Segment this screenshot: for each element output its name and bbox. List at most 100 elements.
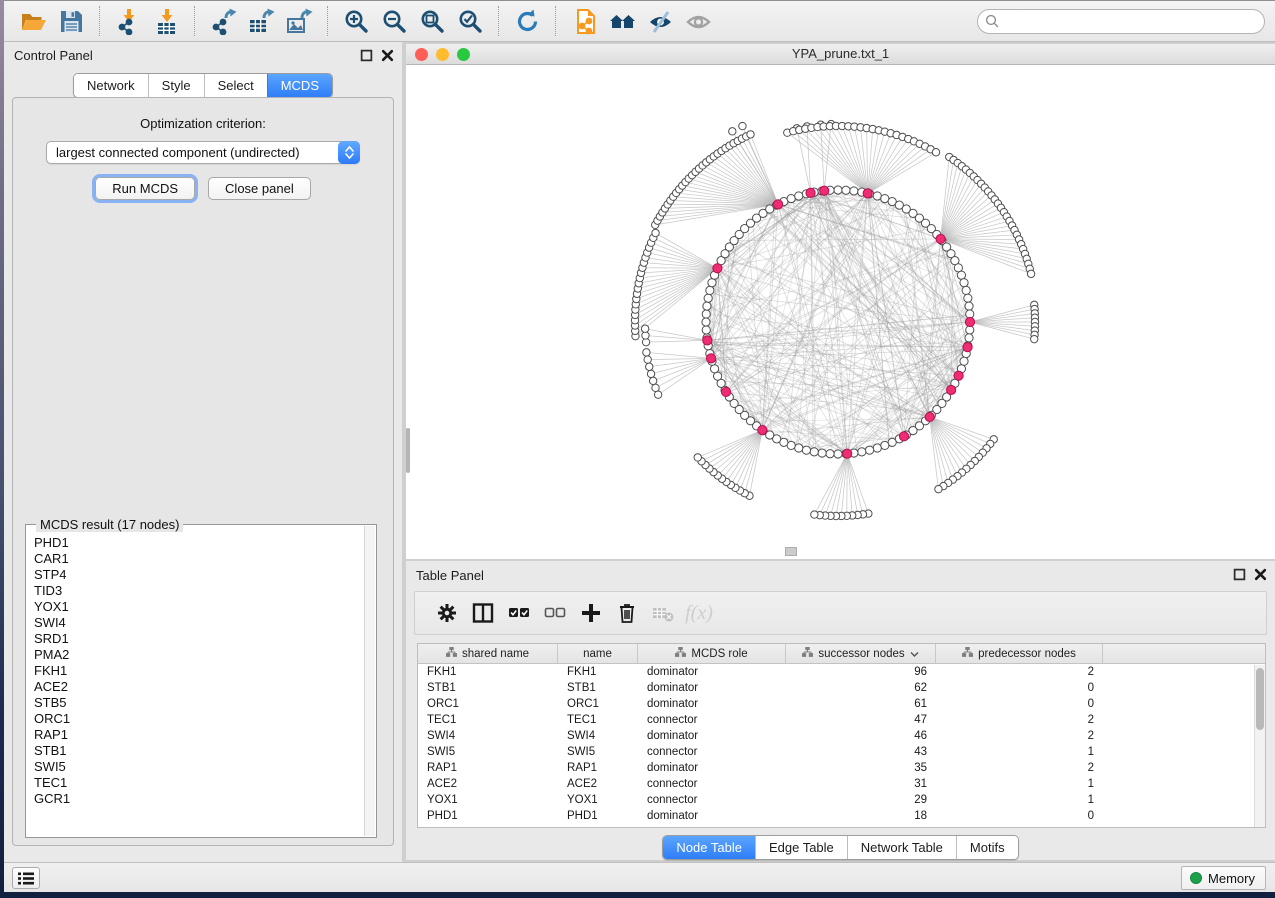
network-node[interactable]	[935, 485, 942, 492]
tab-mcds[interactable]: MCDS	[267, 74, 332, 97]
network-node[interactable]	[802, 446, 810, 454]
window-close-icon[interactable]	[415, 48, 428, 61]
table-row[interactable]: YOX1YOX1connector291	[418, 792, 1265, 808]
network-mcds-node[interactable]	[965, 317, 974, 326]
mcds-result-item[interactable]: SRD1	[34, 631, 362, 647]
split-columns-icon[interactable]	[465, 596, 501, 630]
network-node[interactable]	[1031, 335, 1038, 342]
network-node[interactable]	[702, 326, 710, 334]
network-mcds-node[interactable]	[806, 188, 815, 197]
network-node[interactable]	[795, 192, 803, 200]
close-table-panel-icon[interactable]	[1254, 568, 1267, 581]
network-node[interactable]	[960, 279, 968, 287]
mcds-result-item[interactable]: RAP1	[34, 727, 362, 743]
import-table-icon[interactable]	[149, 5, 183, 37]
network-node[interactable]	[858, 448, 866, 456]
table-row[interactable]: TEC1TEC1connector472	[418, 712, 1265, 728]
network-mcds-node[interactable]	[947, 385, 956, 394]
run-mcds-button[interactable]: Run MCDS	[95, 177, 195, 200]
float-table-panel-icon[interactable]	[1233, 568, 1246, 581]
network-node[interactable]	[654, 391, 661, 398]
table-row[interactable]: ORC1ORC1dominator610	[418, 696, 1265, 712]
network-node[interactable]	[811, 511, 818, 518]
network-node[interactable]	[646, 363, 653, 370]
network-node[interactable]	[966, 310, 974, 318]
network-node[interactable]	[873, 444, 881, 452]
deselect-all-rows-icon[interactable]	[537, 596, 573, 630]
tab-motifs[interactable]: Motifs	[956, 836, 1018, 859]
panel-divider-handle[interactable]	[406, 428, 410, 473]
column-header-predecessor-nodes[interactable]: predecessor nodes	[936, 644, 1103, 663]
network-window-titlebar[interactable]: YPA_prune.txt_1	[406, 44, 1275, 65]
network-node[interactable]	[850, 187, 858, 195]
mcds-result-item[interactable]: SWI4	[34, 615, 362, 631]
mcds-result-list[interactable]: PHD1CAR1STP4TID3YOX1SWI4SRD1PMA2FKH1ACE2…	[34, 535, 362, 833]
zoom-in-icon[interactable]	[339, 5, 373, 37]
zoom-selected-icon[interactable]	[453, 5, 487, 37]
tab-network[interactable]: Network	[74, 74, 148, 97]
network-node[interactable]	[708, 279, 716, 287]
table-row[interactable]: RAP1RAP1dominator352	[418, 760, 1265, 776]
network-graph[interactable]	[406, 65, 1275, 558]
column-header-successor-nodes[interactable]: successor nodes	[786, 644, 936, 663]
network-node[interactable]	[957, 271, 965, 279]
network-mcds-node[interactable]	[963, 343, 972, 352]
tab-network-table[interactable]: Network Table	[847, 836, 956, 859]
network-node[interactable]	[1027, 270, 1034, 277]
export-image-icon[interactable]	[282, 5, 316, 37]
import-network-icon[interactable]	[111, 5, 145, 37]
network-node[interactable]	[647, 370, 654, 377]
network-mcds-node[interactable]	[925, 412, 934, 421]
first-neighbors-icon[interactable]	[605, 5, 639, 37]
network-mcds-node[interactable]	[954, 371, 963, 380]
network-node[interactable]	[834, 450, 842, 458]
task-history-button[interactable]	[12, 867, 40, 889]
mcds-result-item[interactable]: GCR1	[34, 791, 362, 807]
network-node[interactable]	[932, 149, 939, 156]
table-row[interactable]: ACE2ACE2connector311	[418, 776, 1265, 792]
network-node[interactable]	[810, 448, 818, 456]
zoom-fit-icon[interactable]	[415, 5, 449, 37]
delete-column-icon[interactable]	[609, 596, 645, 630]
network-mcds-node[interactable]	[721, 387, 730, 396]
network-node[interactable]	[643, 349, 650, 356]
network-node[interactable]	[702, 318, 710, 326]
mcds-result-scrollbar[interactable]	[364, 526, 375, 836]
zoom-out-icon[interactable]	[377, 5, 411, 37]
network-mcds-node[interactable]	[773, 200, 782, 209]
network-mcds-node[interactable]	[703, 336, 712, 345]
mcds-result-item[interactable]: SWI5	[34, 759, 362, 775]
network-node[interactable]	[826, 450, 834, 458]
network-node[interactable]	[747, 131, 754, 138]
network-node[interactable]	[644, 356, 651, 363]
network-node[interactable]	[739, 122, 746, 129]
mcds-result-item[interactable]: STP4	[34, 567, 362, 583]
network-node[interactable]	[694, 454, 701, 461]
network-node[interactable]	[834, 186, 842, 194]
close-panel-icon[interactable]	[381, 49, 394, 62]
network-node[interactable]	[818, 449, 826, 457]
network-node[interactable]	[965, 334, 973, 342]
network-node[interactable]	[706, 286, 714, 294]
save-session-icon[interactable]	[54, 5, 88, 37]
table-row[interactable]: SWI4SWI4dominator462	[418, 728, 1265, 744]
select-all-rows-icon[interactable]	[501, 596, 537, 630]
float-panel-icon[interactable]	[360, 49, 373, 62]
mcds-result-item[interactable]: TEC1	[34, 775, 362, 791]
network-node[interactable]	[881, 441, 889, 449]
refresh-network-icon[interactable]	[510, 5, 544, 37]
mcds-result-item[interactable]: PHD1	[34, 535, 362, 551]
open-file-icon[interactable]	[16, 5, 50, 37]
column-header-shared-name[interactable]: shared name	[418, 644, 558, 663]
network-node[interactable]	[729, 128, 736, 135]
network-mcds-node[interactable]	[899, 432, 908, 441]
network-node[interactable]	[795, 444, 803, 452]
mcds-result-item[interactable]: FKH1	[34, 663, 362, 679]
network-node[interactable]	[865, 446, 873, 454]
mcds-result-item[interactable]: ORC1	[34, 711, 362, 727]
network-node[interactable]	[964, 294, 972, 302]
bottom-divider-handle[interactable]	[785, 547, 797, 556]
network-canvas[interactable]	[406, 65, 1275, 558]
mcds-result-item[interactable]: ACE2	[34, 679, 362, 695]
network-node[interactable]	[652, 384, 659, 391]
